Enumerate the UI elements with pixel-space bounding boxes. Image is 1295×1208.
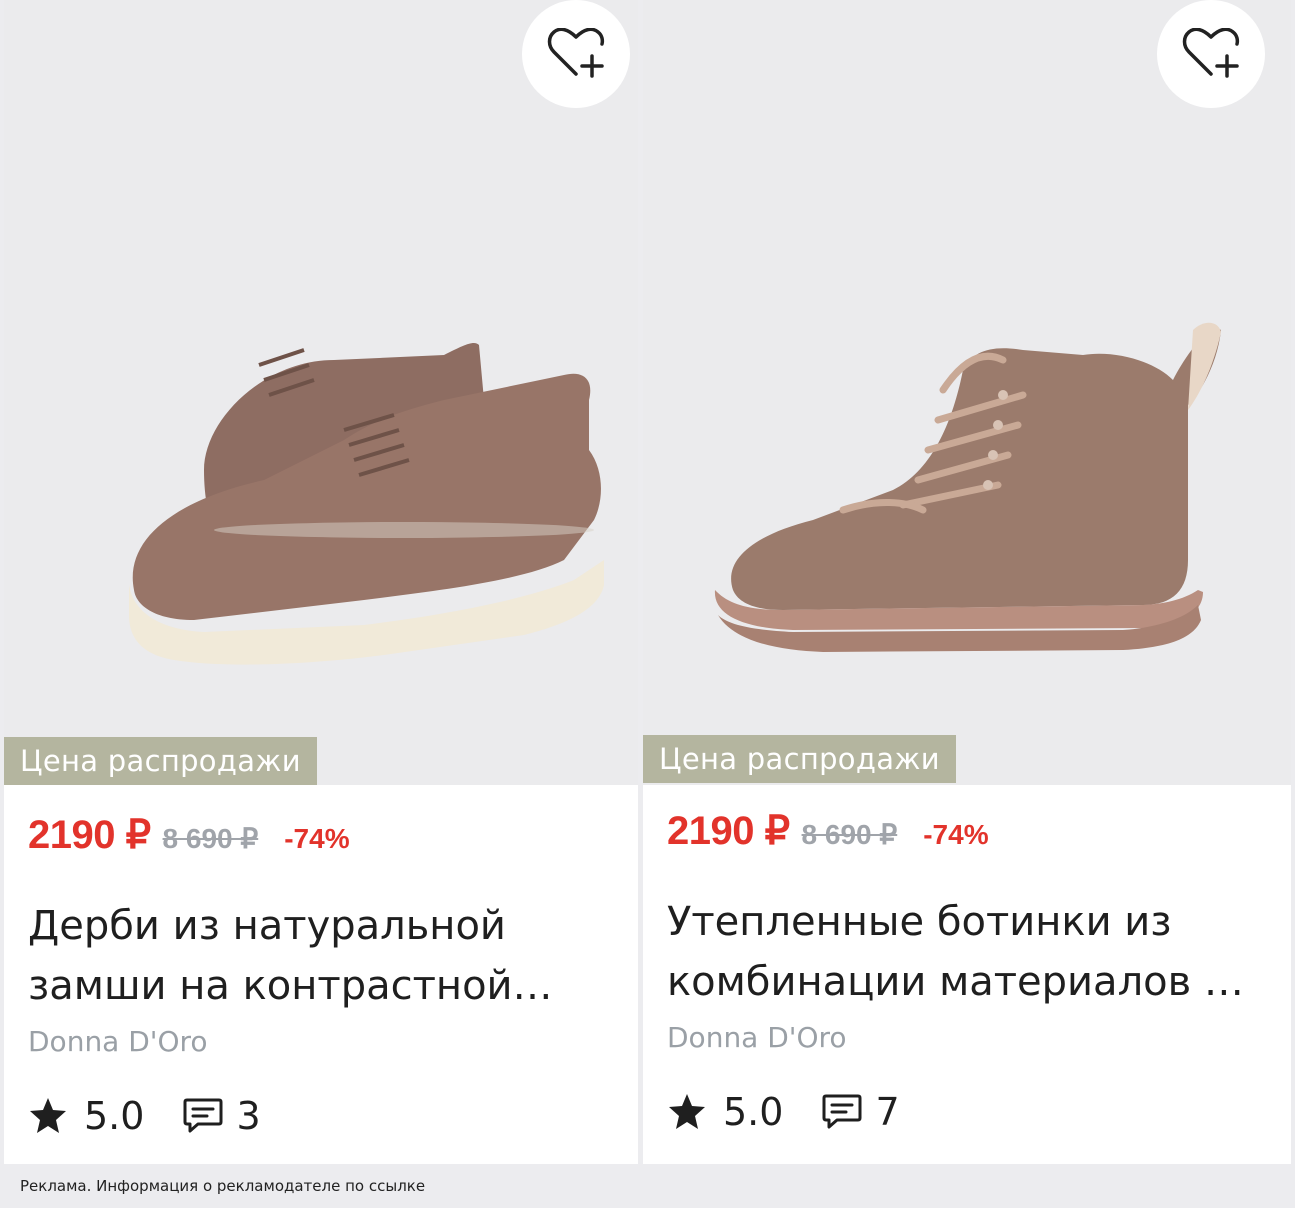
- discount-percent: -74%: [284, 823, 350, 854]
- brand-name: Donna D'Oro: [28, 1025, 208, 1058]
- current-price: 2190 ₽: [667, 809, 790, 853]
- product-title[interactable]: Дерби из натуральной замши на контрастно…: [28, 896, 618, 1016]
- price-row: 2190 ₽ 8 690 ₽ -74%: [28, 812, 350, 858]
- review-count: 3: [236, 1094, 261, 1138]
- rating-value: 5.0: [84, 1094, 145, 1138]
- product-title[interactable]: Утепленные ботинки из комбинации материа…: [667, 892, 1257, 1012]
- product-title-line: Утепленные ботинки из: [667, 899, 1172, 945]
- product-title-line: Дерби из натуральной: [28, 903, 506, 949]
- sale-badge: Цена распродажи: [4, 737, 317, 785]
- heart-plus-icon: [1182, 28, 1240, 78]
- ad-disclaimer-link[interactable]: Реклама. Информация о рекламодателе по с…: [20, 1177, 425, 1195]
- star-icon: [669, 1094, 705, 1129]
- product-card[interactable]: Цена распродажи 2190 ₽ 8 690 ₽ -74% Утеп…: [643, 0, 1291, 1164]
- product-title-line: замши на контрастной…: [28, 963, 553, 1009]
- star-icon: [30, 1098, 66, 1133]
- comment-icon: [822, 1094, 862, 1129]
- old-price: 8 690 ₽: [801, 819, 898, 850]
- add-to-favorites-button[interactable]: [1157, 0, 1265, 108]
- product-title-line: комбинации материалов …: [667, 959, 1244, 1005]
- product-image[interactable]: Цена распродажи: [4, 0, 638, 785]
- price-row: 2190 ₽ 8 690 ₽ -74%: [667, 808, 989, 854]
- ankle-boot-image: [714, 322, 1221, 652]
- product-card[interactable]: Цена распродажи 2190 ₽ 8 690 ₽ -74% Дерб…: [4, 0, 638, 1164]
- rating-reviews: 5.0 7: [667, 1090, 900, 1134]
- product-image[interactable]: Цена распродажи: [643, 0, 1291, 785]
- rating-value: 5.0: [723, 1090, 784, 1134]
- comment-icon: [183, 1098, 223, 1133]
- add-to-favorites-button[interactable]: [522, 0, 630, 108]
- old-price: 8 690 ₽: [162, 823, 259, 854]
- derby-shoes-image: [129, 343, 604, 665]
- brand-name: Donna D'Oro: [667, 1021, 847, 1054]
- sale-badge: Цена распродажи: [643, 735, 956, 783]
- current-price: 2190 ₽: [28, 813, 151, 857]
- heart-plus-icon: [547, 28, 605, 78]
- rating-reviews: 5.0 3: [28, 1094, 261, 1138]
- discount-percent: -74%: [923, 819, 989, 850]
- review-count: 7: [875, 1090, 900, 1134]
